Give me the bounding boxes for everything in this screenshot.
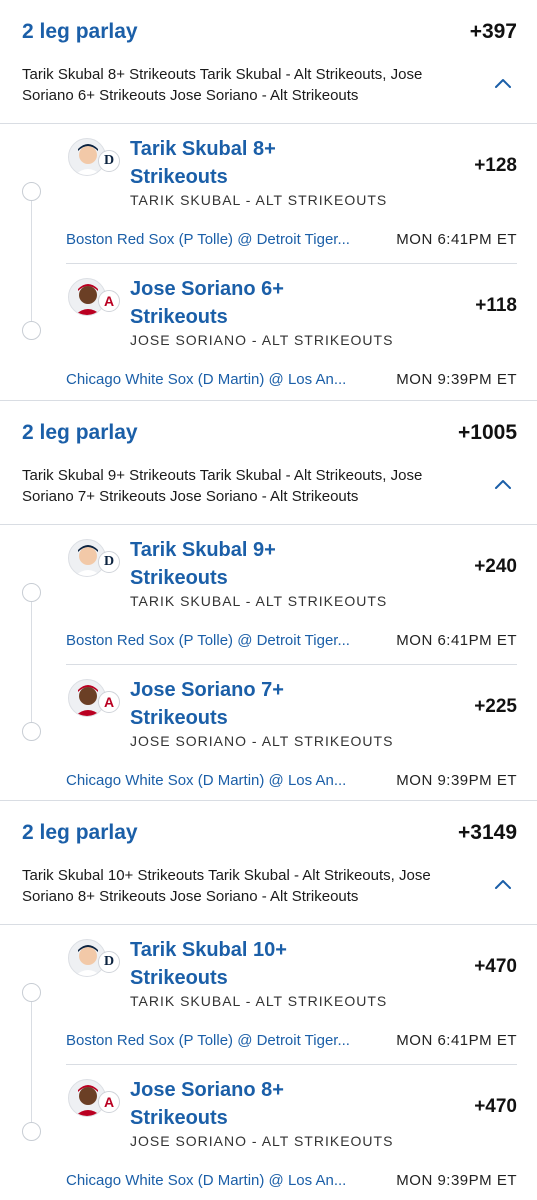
leg-market: TARIK SKUBAL - ALT STRIKEOUTS [130,192,388,208]
leg-status-circle-icon [22,321,41,340]
leg-game[interactable]: Boston Red Sox (P Tolle) @ Detroit Tiger… [66,632,350,649]
leg-selection-name: Tarik Skubal 10+ Strikeouts [130,939,287,989]
leg-game[interactable]: Chicago White Sox (D Martin) @ Los An... [66,1172,346,1189]
leg-status-circle-icon [22,722,41,741]
chevron-up-icon[interactable] [493,477,513,491]
leg-market: TARIK SKUBAL - ALT STRIKEOUTS [130,593,388,609]
leg-odds: +470 [474,1096,517,1117]
player-avatar: A [66,1077,124,1121]
parlay-card: 2 leg parlay +3149 Tarik Skubal 10+ Stri… [0,800,537,1200]
parlay-leg[interactable]: D Tarik Skubal 10+ Strikeouts TARIK SKUB… [66,925,517,1064]
parlay-leg[interactable]: A Jose Soriano 7+ Strikeouts JOSE SORIAN… [66,664,517,803]
leg-game[interactable]: Boston Red Sox (P Tolle) @ Detroit Tiger… [66,1032,350,1049]
player-avatar: D [66,937,124,981]
leg-odds: +225 [474,696,517,717]
leg-time: MON 6:41PM ET [396,1032,517,1049]
timeline-line [31,193,32,331]
leg-game[interactable]: Chicago White Sox (D Martin) @ Los An... [66,772,346,789]
parlay-card: 2 leg parlay +1005 Tarik Skubal 9+ Strik… [0,400,537,800]
angels-logo-icon: A [98,691,120,713]
parlay-leg[interactable]: A Jose Soriano 8+ Strikeouts JOSE SORIAN… [66,1064,517,1200]
leg-market: JOSE SORIANO - ALT STRIKEOUTS [130,733,394,749]
parlay-list: 2 leg parlay +397 Tarik Skubal 8+ Strike… [0,0,537,1200]
chevron-up-icon[interactable] [493,76,513,90]
parlay-legs: D Tarik Skubal 10+ Strikeouts TARIK SKUB… [0,925,537,1200]
leg-game[interactable]: Boston Red Sox (P Tolle) @ Detroit Tiger… [66,231,350,248]
parlay-odds: +3149 [458,821,517,844]
parlay-legs: D Tarik Skubal 8+ Strikeouts TARIK SKUBA… [0,124,537,400]
parlay-odds: +397 [469,20,517,43]
leg-time: MON 9:39PM ET [396,772,517,789]
leg-odds: +240 [474,556,517,577]
parlay-legs: D Tarik Skubal 9+ Strikeouts TARIK SKUBA… [0,525,537,801]
leg-selection-name: Tarik Skubal 8+ Strikeouts [130,138,276,188]
leg-selection-name: Jose Soriano 7+ Strikeouts [130,679,284,729]
chevron-up-icon[interactable] [493,877,513,891]
player-avatar: D [66,136,124,180]
parlay-header[interactable]: 2 leg parlay +1005 Tarik Skubal 9+ Strik… [0,401,537,525]
leg-selection-name: Jose Soriano 8+ Strikeouts [130,1079,284,1129]
parlay-card: 2 leg parlay +397 Tarik Skubal 8+ Strike… [0,0,537,400]
parlay-odds: +1005 [458,421,517,444]
leg-odds: +470 [474,956,517,977]
parlay-leg[interactable]: A Jose Soriano 6+ Strikeouts JOSE SORIAN… [66,263,517,402]
leg-status-circle-icon [22,583,41,602]
leg-odds: +128 [474,155,517,176]
leg-market: TARIK SKUBAL - ALT STRIKEOUTS [130,993,388,1009]
leg-selection-name: Tarik Skubal 9+ Strikeouts [130,539,276,589]
parlay-header[interactable]: 2 leg parlay +3149 Tarik Skubal 10+ Stri… [0,801,537,925]
player-avatar: D [66,537,124,581]
leg-status-circle-icon [22,1122,41,1141]
timeline-line [31,994,32,1132]
leg-game[interactable]: Chicago White Sox (D Martin) @ Los An... [66,371,346,388]
parlay-leg[interactable]: D Tarik Skubal 8+ Strikeouts TARIK SKUBA… [66,124,517,263]
leg-time: MON 6:41PM ET [396,231,517,248]
leg-time: MON 6:41PM ET [396,632,517,649]
parlay-title: 2 leg parlay [22,20,138,43]
parlay-header[interactable]: 2 leg parlay +397 Tarik Skubal 8+ Strike… [0,0,537,124]
leg-status-circle-icon [22,983,41,1002]
parlay-description: Tarik Skubal 9+ Strikeouts Tarik Skubal … [22,467,423,505]
parlay-leg[interactable]: D Tarik Skubal 9+ Strikeouts TARIK SKUBA… [66,525,517,664]
tigers-logo-icon: D [98,150,120,172]
leg-status-circle-icon [22,182,41,201]
parlay-description: Tarik Skubal 8+ Strikeouts Tarik Skubal … [22,66,423,104]
parlay-description: Tarik Skubal 10+ Strikeouts Tarik Skubal… [22,867,431,905]
leg-selection-name: Jose Soriano 6+ Strikeouts [130,278,284,328]
tigers-logo-icon: D [98,951,120,973]
player-avatar: A [66,276,124,320]
angels-logo-icon: A [98,1091,120,1113]
angels-logo-icon: A [98,290,120,312]
leg-time: MON 9:39PM ET [396,1172,517,1189]
leg-market: JOSE SORIANO - ALT STRIKEOUTS [130,332,394,348]
tigers-logo-icon: D [98,551,120,573]
leg-time: MON 9:39PM ET [396,371,517,388]
parlay-title: 2 leg parlay [22,421,138,444]
parlay-title: 2 leg parlay [22,821,138,844]
timeline-line [31,594,32,732]
leg-market: JOSE SORIANO - ALT STRIKEOUTS [130,1133,394,1149]
leg-odds: +118 [475,295,517,316]
player-avatar: A [66,677,124,721]
